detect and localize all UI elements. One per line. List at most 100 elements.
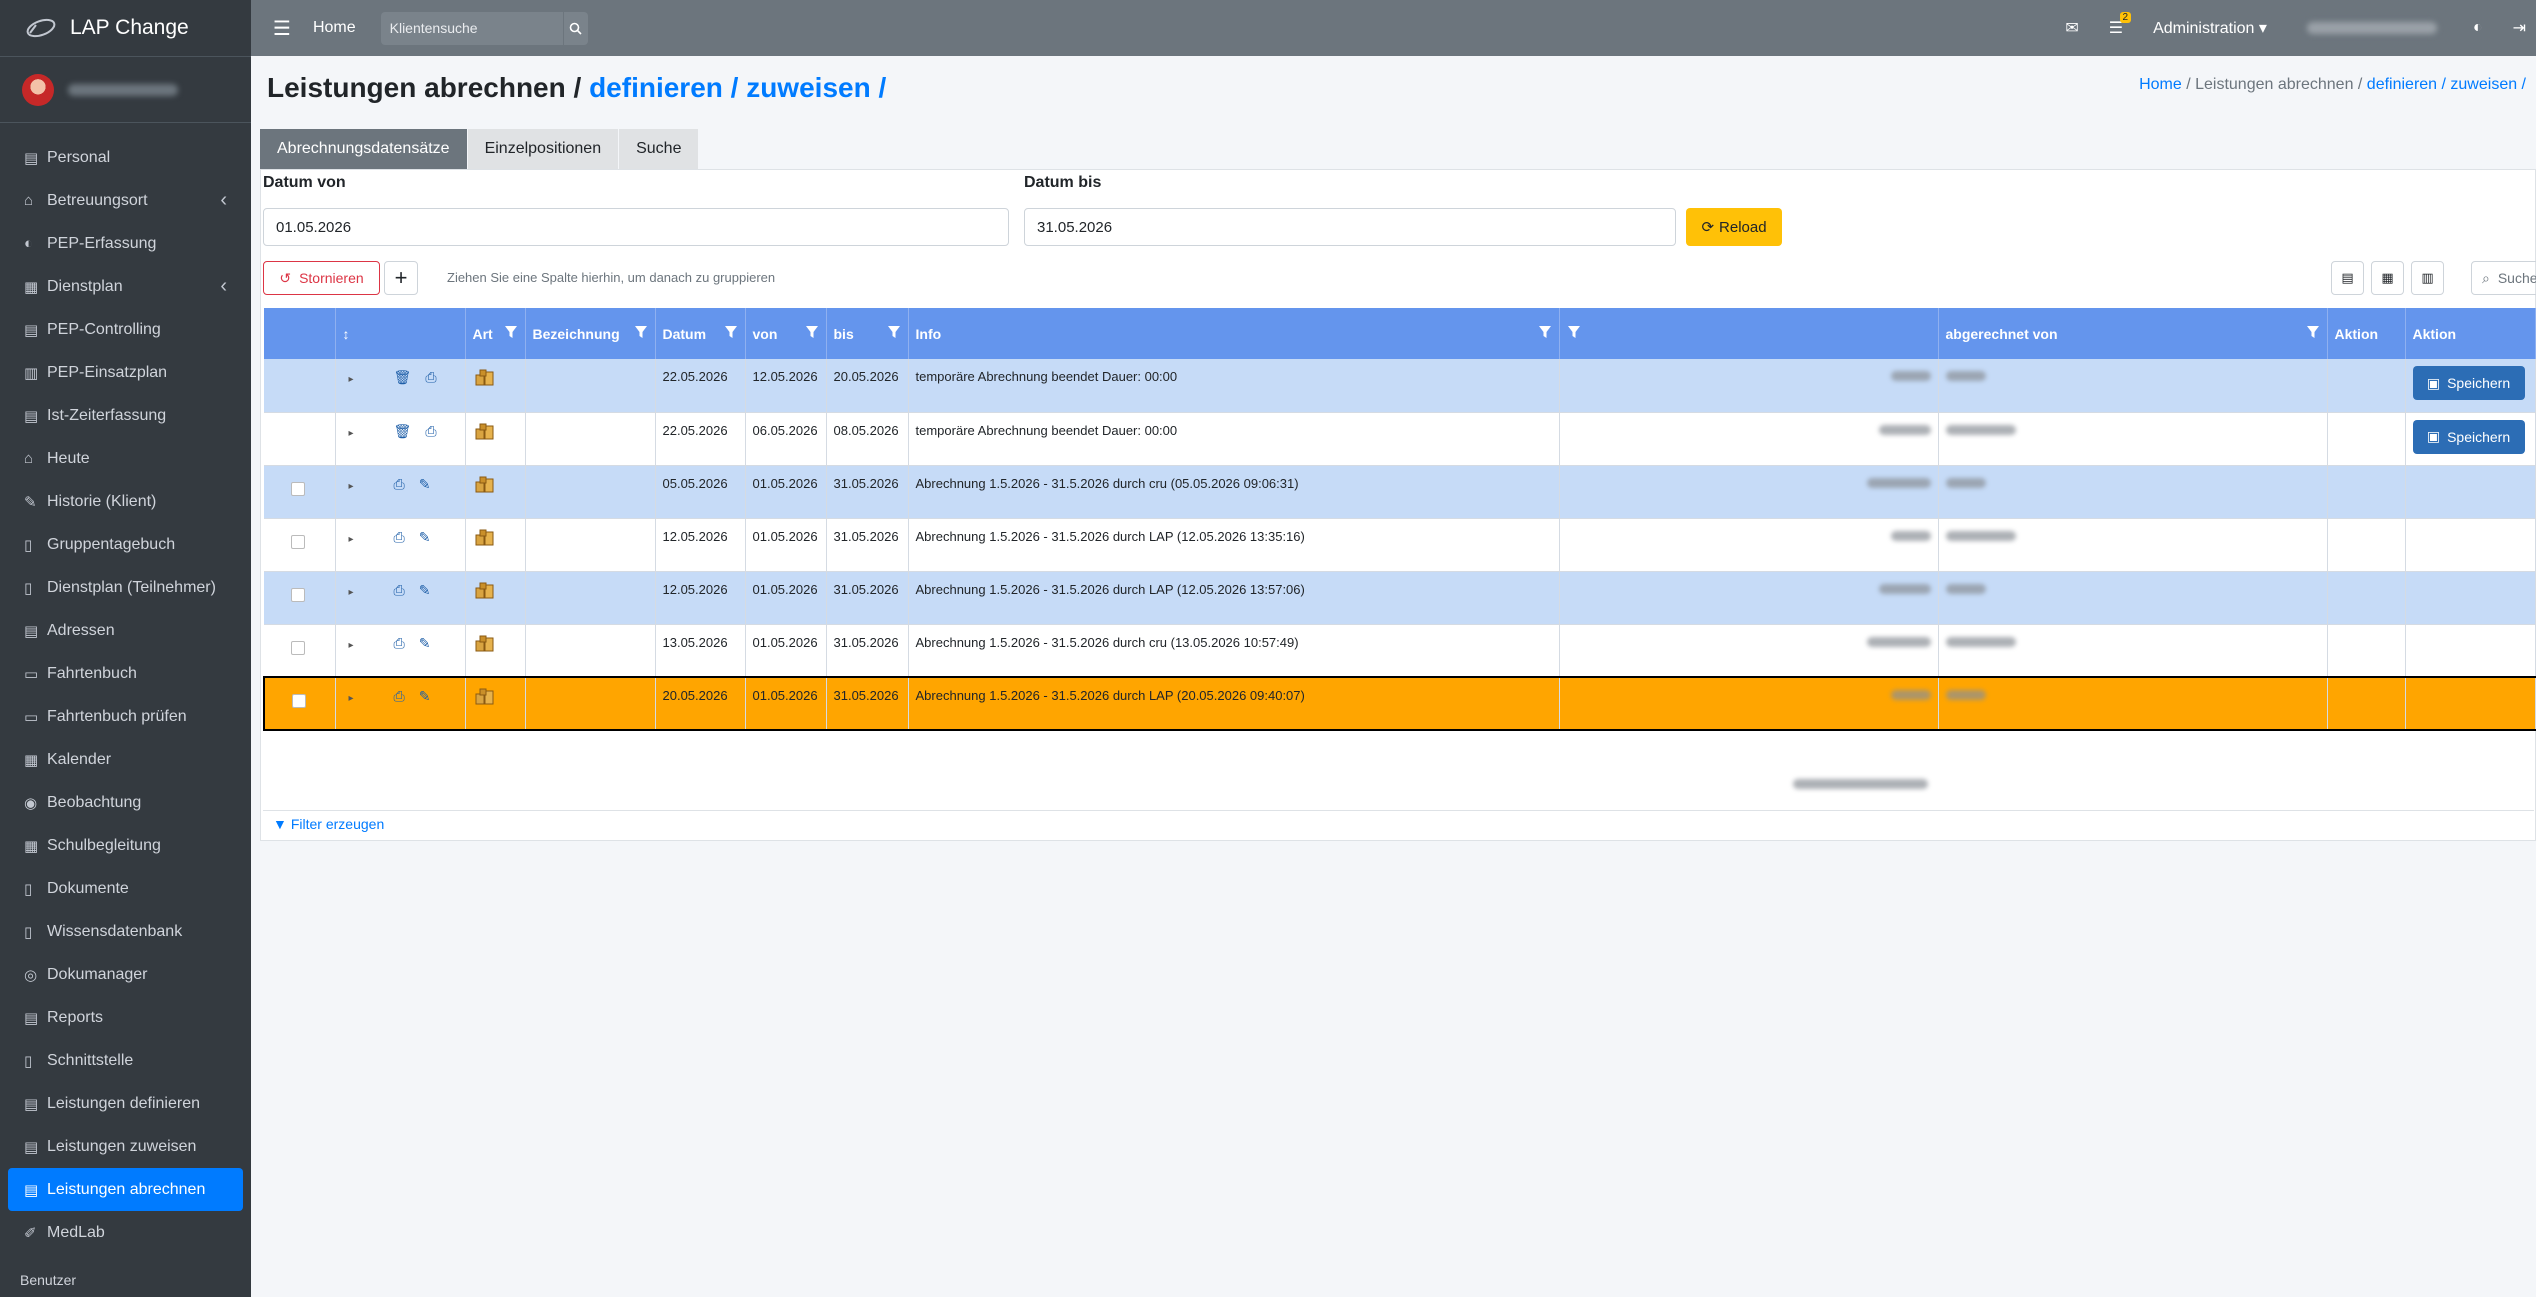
column-header[interactable]: Datum [655,308,746,359]
sidebar-item-beobachtung[interactable]: ◉ Beobachtung [8,781,243,824]
sidebar-item-pep-erfassung[interactable]: ◐ PEP-Erfassung [8,222,243,265]
create-filter-link[interactable]: ▼ Filter erzeugen [273,816,384,832]
column-header[interactable] [264,308,336,359]
sidebar-item-dienstplan[interactable]: ▦ Dienstplan ‹ [8,265,243,308]
save-button[interactable]: ▣ Speichern [2412,366,2525,400]
delete-icon[interactable]: 🗑 [394,369,412,386]
table-row[interactable]: ▸ 🗑 ⎙ 22.05.2026 12.05.2026 20.05.2026 temporä… [264,359,2536,413]
row-checkbox[interactable] [291,587,305,602]
sidebar-item-gruppentagebuch[interactable]: ▯ Gruppentagebuch [8,523,243,566]
logout-icon[interactable]: ⇥ [2513,18,2526,38]
sidebar-item-medlab[interactable]: ✐ MedLab [8,1211,243,1254]
sidebar-item-betreuungsort[interactable]: ⌂ Betreuungsort ‹ [8,179,243,222]
breadcrumb-links[interactable]: definieren / zuweisen / [2367,76,2526,93]
sidebar-item-dokumente[interactable]: ▯ Dokumente [8,867,243,910]
table-row[interactable]: ▸ ⎙ ✎ 05.05.2026 01.05.2026 31.05.2026 Abrechn… [264,465,2536,519]
row-checkbox[interactable] [291,534,305,549]
sidebar-item-pep-controlling[interactable]: ▤ PEP-Controlling [8,308,243,351]
sidebar-item-kalender[interactable]: ▦ Kalender [8,738,243,781]
column-chooser-icon[interactable]: ▥ [2411,261,2444,295]
home-link[interactable]: Home [313,19,356,37]
sidebar-item-historie-klient[interactable]: ✎ Historie (Klient) [8,480,243,523]
export-csv-icon[interactable]: ▤ [2331,261,2364,295]
column-header[interactable]: von [745,308,827,359]
column-header[interactable]: Aktion [2327,308,2406,359]
edit-document-icon[interactable]: ✎ [419,476,431,493]
user-menu-redacted[interactable] [2306,22,2437,34]
expand-caret-icon[interactable]: ▸ [349,693,354,704]
column-header[interactable]: bis [826,308,909,359]
admin-menu[interactable]: Administration ▾ [2153,18,2267,38]
menu-toggle-icon[interactable]: ☰ [273,16,291,41]
chevron-left-icon[interactable]: ‹ [220,189,227,212]
expand-caret-icon[interactable]: ▸ [349,587,354,598]
grid-search-input[interactable]: ⌕ Suchen... [2471,261,2536,295]
brand[interactable]: LAP Change [0,0,251,57]
tasks-icon[interactable]: ☰ 2 [2109,12,2132,38]
date-to-field[interactable]: 31.05.2026 [1024,208,1676,246]
column-header[interactable]: Bezeichnung [525,308,656,359]
page-title-links[interactable]: definieren / zuweisen / [589,72,886,103]
print-icon[interactable]: ⎙ [394,635,405,652]
table-row[interactable]: ▸ 🗑 ⎙ 22.05.2026 06.05.2026 08.05.2026 temporä… [264,412,2536,466]
column-header[interactable]: Aktion [2405,308,2536,359]
sidebar-item-fahrtenbuch[interactable]: ▭ Fahrtenbuch [8,652,243,695]
print-icon[interactable]: ⎙ [394,582,405,599]
tab-abrechnungsdatensaetze[interactable]: Abrechnungsdatensätze [260,129,468,169]
tab-suche[interactable]: Suche [619,129,700,169]
breadcrumb-home[interactable]: Home [2139,76,2182,93]
envelope-icon[interactable]: ✉ [2065,18,2078,38]
expand-caret-icon[interactable]: ▸ [349,481,354,492]
sidebar-item-leistungen-zuweisen[interactable]: ▤ Leistungen zuweisen [8,1125,243,1168]
print-icon[interactable]: ⎙ [394,688,405,705]
table-row[interactable]: ▸ ⎙ ✎ 12.05.2026 01.05.2026 31.05.2026 Abrechn… [264,571,2536,625]
print-icon[interactable]: ⎙ [425,369,436,386]
sidebar-item-adressen[interactable]: ▤ Adressen [8,609,243,652]
sidebar-item-heute[interactable]: ⌂ Heute [8,437,243,480]
table-row[interactable]: ▸ ⎙ ✎ 12.05.2026 01.05.2026 31.05.2026 Abrechn… [264,518,2536,572]
sidebar-item-wissensdatenbank[interactable]: ▯ Wissensdatenbank [8,910,243,953]
sidebar-item-reports[interactable]: ▤ Reports [8,996,243,1039]
sidebar-item-schulbegleitung[interactable]: ▦ Schulbegleitung [8,824,243,867]
edit-document-icon[interactable]: ✎ [419,529,431,546]
tab-einzelpositionen[interactable]: Einzelpositionen [467,129,620,169]
row-checkbox[interactable] [291,481,305,496]
sidebar-item-leistungen-abrechnen[interactable]: ▤ Leistungen abrechnen [8,1168,243,1211]
expand-caret-icon[interactable]: ▸ [349,428,354,439]
sidebar-item-dienstplan-teilnehmer[interactable]: ▯ Dienstplan (Teilnehmer) [8,566,243,609]
client-search-input[interactable] [380,11,563,45]
edit-document-icon[interactable]: ✎ [419,582,431,599]
sidebar-item-pep-einsatzplan[interactable]: ▥ PEP-Einsatzplan [8,351,243,394]
column-header[interactable]: Info [908,308,1560,359]
sidebar-item-schnittstelle[interactable]: ▯ Schnittstelle [8,1039,243,1082]
add-button[interactable]: + [384,261,418,295]
row-checkbox[interactable] [291,640,305,655]
table-row[interactable]: ▸ ⎙ ✎ 20.05.2026 01.05.2026 31.05.2026 Abrechn… [263,676,2536,731]
export-excel-icon[interactable]: ▦ [2371,261,2404,295]
search-icon[interactable] [562,11,588,45]
edit-document-icon[interactable]: ✎ [419,635,431,652]
column-header[interactable]: Art [465,308,526,359]
sidebar-item-ist-zeiterfassung[interactable]: ▤ Ist-Zeiterfassung [8,394,243,437]
save-button[interactable]: ▣ Speichern [2412,419,2525,454]
chevron-left-icon[interactable]: ‹ [220,275,227,298]
print-icon[interactable]: ⎙ [394,529,405,546]
sidebar-item-personal[interactable]: ▤ Personal [8,136,243,179]
delete-icon[interactable]: 🗑 [394,423,412,440]
date-from-field[interactable]: 01.05.2026 [263,208,1009,246]
print-icon[interactable]: ⎙ [425,423,436,440]
contrast-icon[interactable]: ◐ [2473,19,2483,37]
sidebar-item-leistungen-definieren[interactable]: ▤ Leistungen definieren [8,1082,243,1125]
column-header[interactable]: ↕ [335,308,466,359]
column-header[interactable]: abgerechnet von [1938,308,2328,359]
sidebar-item-dokumanager[interactable]: ◎ Dokumanager [8,953,243,996]
expand-caret-icon[interactable]: ▸ [349,640,354,651]
cancel-billing-button[interactable]: ↺ Stornieren [263,261,380,295]
expand-caret-icon[interactable]: ▸ [349,534,354,545]
row-checkbox[interactable] [292,694,306,708]
user-panel[interactable] [0,57,251,123]
sidebar-item-fahrtenbuch-prüfen[interactable]: ▭ Fahrtenbuch prüfen [8,695,243,738]
print-icon[interactable]: ⎙ [394,476,405,493]
edit-document-icon[interactable]: ✎ [419,688,431,705]
column-header[interactable] [1559,308,1939,359]
